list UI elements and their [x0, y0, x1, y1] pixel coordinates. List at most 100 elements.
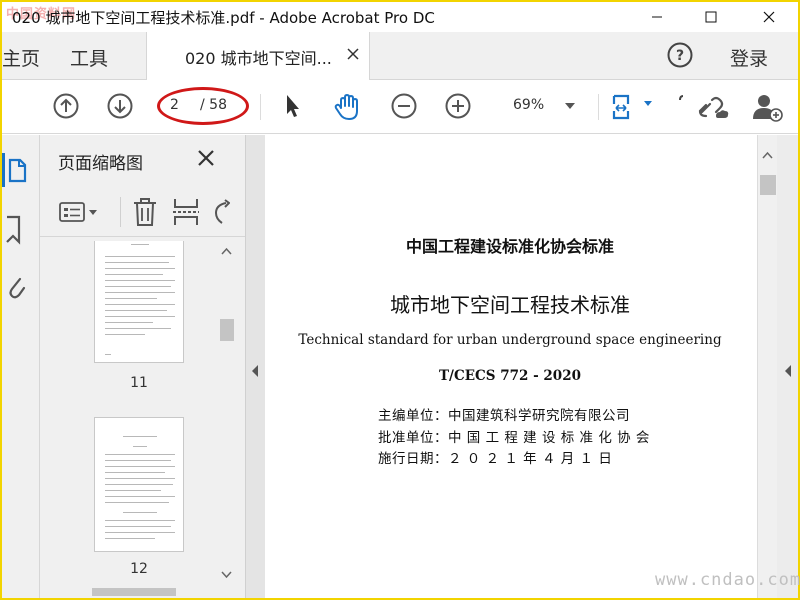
- tab-tools[interactable]: 工具: [70, 44, 108, 71]
- chevron-up-icon: [221, 247, 232, 255]
- document-title-cn: 城市地下空间工程技术标准: [390, 293, 630, 317]
- thumbnail-page-11[interactable]: [94, 241, 184, 363]
- zoom-in-icon: [445, 93, 471, 119]
- panel-close-button[interactable]: [198, 150, 214, 170]
- page-thumbnails-nav-button[interactable]: [6, 157, 28, 189]
- scrollbar-thumb[interactable]: [220, 319, 234, 341]
- chevron-down-icon: [221, 571, 232, 579]
- approver-unit: 批准单位：中 国 工 程 建 设 标 准 化 协 会: [378, 430, 650, 446]
- share-link-button[interactable]: [696, 92, 730, 126]
- thumbnail-horizontal-scrollbar[interactable]: [40, 586, 216, 598]
- scrollbar-thumb[interactable]: [92, 588, 176, 596]
- thumbnail-text-line: [105, 526, 171, 527]
- thumbnail-text-line: [105, 460, 171, 461]
- delete-page-button[interactable]: [132, 197, 158, 231]
- hand-icon: [334, 94, 358, 120]
- bookmark-icon: [6, 215, 21, 245]
- tab-document[interactable]: 020 城市地下空间...: [146, 32, 370, 81]
- rotate-page-button[interactable]: [212, 199, 231, 231]
- thumbnail-page-label: 11: [130, 375, 148, 391]
- chevron-down-icon: [565, 103, 575, 109]
- thumbnail-text-line: [105, 286, 171, 287]
- thumbnail-text-line: [123, 512, 157, 513]
- thumbnail-text-line: [105, 292, 175, 293]
- collapse-left-icon: [252, 365, 258, 377]
- thumbnail-list: 11 12: [48, 241, 216, 591]
- maximize-button[interactable]: [688, 2, 734, 32]
- options-menu-icon: [59, 202, 97, 222]
- select-tool-button[interactable]: [280, 92, 306, 124]
- fit-page-button[interactable]: [610, 92, 654, 126]
- title-bar: 中国资料网 020 城市地下空间工程技术标准.pdf - Adobe Acrob…: [2, 2, 798, 32]
- previous-page-button[interactable]: [52, 92, 80, 124]
- thumbnail-text-line: [131, 244, 149, 245]
- help-button[interactable]: ?: [666, 41, 694, 73]
- paperclip-icon: [9, 277, 26, 299]
- extract-page-button[interactable]: [172, 197, 200, 231]
- tab-home[interactable]: 主页: [2, 44, 40, 71]
- rotate-icon: [214, 199, 231, 224]
- document-vertical-scrollbar[interactable]: [757, 135, 777, 598]
- attachments-nav-button[interactable]: [6, 273, 26, 305]
- thumbnail-text-line: [105, 502, 169, 503]
- thumbnail-text-line: [105, 256, 175, 257]
- zoom-dropdown[interactable]: 69%: [499, 93, 584, 119]
- tab-document-label: 020 城市地下空间...: [185, 49, 332, 68]
- thumbnail-text-line: [105, 496, 175, 497]
- close-window-button[interactable]: [746, 2, 792, 32]
- partial-toolbar-icon[interactable]: [678, 92, 686, 124]
- thumbnail-text-line: [105, 310, 167, 311]
- thumbnail-text-line: [105, 490, 161, 491]
- help-icon: ?: [667, 42, 693, 68]
- thumbnail-text-line: [105, 280, 175, 281]
- window-title: 020 城市地下空间工程技术标准.pdf - Adobe Acrobat Pro…: [12, 9, 435, 27]
- thumbnail-text-line: [105, 262, 169, 263]
- zoom-in-button[interactable]: [444, 92, 472, 124]
- thumbnail-text-line: [105, 268, 175, 269]
- next-page-button[interactable]: [106, 92, 134, 124]
- toolbar-divider: [260, 94, 261, 120]
- minimize-button[interactable]: [634, 2, 680, 32]
- thumbnail-text-line: [105, 472, 165, 473]
- minimize-icon: [652, 16, 662, 18]
- thumbnail-page-label: 12: [130, 561, 148, 577]
- thumbnail-vertical-scrollbar[interactable]: [216, 241, 237, 597]
- bookmarks-nav-button[interactable]: [6, 215, 22, 249]
- thumbnail-text-line: [105, 328, 171, 329]
- tab-close-button[interactable]: [347, 45, 359, 64]
- zoom-value: 69%: [513, 97, 545, 113]
- right-pane-toggle[interactable]: [777, 135, 798, 598]
- thumbnail-text-line: [105, 334, 145, 335]
- link-cloud-icon: [698, 96, 729, 118]
- page-navigator: 2 / 58: [157, 87, 249, 125]
- trash-icon: [134, 198, 156, 226]
- panel-splitter[interactable]: [245, 135, 265, 598]
- thumbnail-text-line: [105, 478, 175, 479]
- add-user-icon: [753, 95, 783, 122]
- arrow-down-circle-icon: [107, 93, 133, 119]
- thumbnail-options-button[interactable]: [58, 201, 102, 227]
- thumbnail-page-12[interactable]: [94, 417, 184, 552]
- hand-tool-button[interactable]: [332, 92, 362, 126]
- chevron-up-icon: [762, 151, 773, 159]
- page-thumbnails-icon: [8, 158, 27, 183]
- site-watermark: www.cndao.com: [655, 570, 800, 590]
- active-indicator: [2, 153, 5, 187]
- close-icon: [763, 11, 775, 23]
- thumbnail-text-line: [105, 316, 175, 317]
- red-annotation-circle: [157, 87, 249, 125]
- thumbnail-text-line: [133, 446, 147, 447]
- standard-code: T/CECS 772 - 2020: [439, 368, 581, 384]
- thumbnail-text-line: [105, 538, 155, 539]
- cursor-arrow-icon: [287, 95, 299, 117]
- add-user-button[interactable]: [750, 92, 784, 126]
- zoom-out-button[interactable]: [390, 92, 418, 124]
- thumbnail-text-line: [105, 454, 175, 455]
- effective-date: 施行日期：２ ０ ２ １ 年 ４ 月 １ 日: [378, 451, 613, 467]
- thumbnail-text-line: [105, 520, 175, 521]
- document-view[interactable]: 中国工程建设标准化协会标准 城市地下空间工程技术标准 Technical sta…: [265, 135, 755, 598]
- login-button[interactable]: 登录: [730, 44, 768, 71]
- scrollbar-thumb[interactable]: [760, 175, 776, 195]
- panel-title: 页面缩略图: [58, 154, 143, 174]
- tab-bar: 主页 工具 020 城市地下空间... ? 登录: [2, 32, 798, 81]
